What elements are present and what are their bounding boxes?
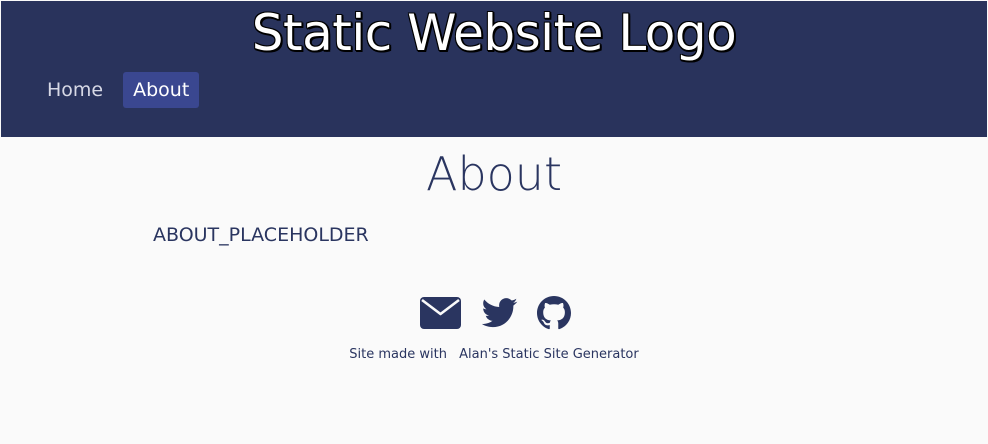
github-link[interactable] (537, 296, 571, 330)
twitter-link[interactable] (481, 298, 518, 328)
made-with-text: Site made with (349, 347, 447, 362)
social-links (420, 296, 571, 330)
envelope-icon (420, 297, 461, 329)
nav-item-about[interactable]: About (123, 72, 200, 108)
site-header: Static Website Logo Home About (1, 1, 987, 137)
twitter-icon (481, 298, 518, 328)
page-title: About (425, 147, 562, 201)
nav-item-home[interactable]: Home (37, 72, 113, 108)
site-logo[interactable]: Static Website Logo (1, 3, 987, 63)
footer-credit: Site made with Alan's Static Site Genera… (0, 346, 988, 364)
generator-link[interactable]: Alan's Static Site Generator (459, 347, 639, 362)
github-icon (537, 296, 571, 330)
about-content: ABOUT_PLACEHOLDER (153, 224, 369, 246)
email-link[interactable] (420, 297, 461, 329)
main-nav: Home About (37, 72, 200, 108)
